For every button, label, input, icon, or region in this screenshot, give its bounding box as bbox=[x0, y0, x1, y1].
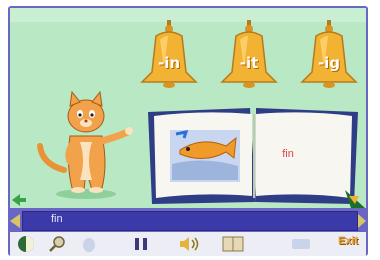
bottom-toolbar bbox=[10, 232, 366, 256]
bell-in[interactable]: -in bbox=[140, 20, 198, 94]
options-icon[interactable] bbox=[290, 235, 312, 253]
bell-label: -ig bbox=[317, 54, 341, 72]
game-stage: -in -it -ig fin bbox=[10, 8, 366, 208]
bell-ig[interactable]: -ig bbox=[300, 20, 358, 94]
book-icon[interactable] bbox=[222, 235, 244, 253]
exit-button[interactable]: Exit bbox=[338, 235, 358, 247]
back-arrow-icon[interactable] bbox=[12, 194, 26, 206]
pause-icon[interactable] bbox=[132, 235, 150, 253]
book-word[interactable]: fin bbox=[268, 148, 308, 160]
magnifier-icon[interactable] bbox=[48, 235, 66, 253]
word-text: fin bbox=[51, 213, 63, 225]
game-window: -in -it -ig fin fin Exit bbox=[8, 6, 368, 256]
globe-icon[interactable] bbox=[16, 235, 36, 253]
cat-character[interactable] bbox=[36, 90, 140, 200]
mouse-icon[interactable] bbox=[80, 235, 98, 253]
bell-label: -it bbox=[239, 54, 259, 72]
fish-picture bbox=[170, 130, 240, 182]
bell-label: -in bbox=[157, 54, 181, 72]
forward-arrow-icon[interactable] bbox=[345, 190, 365, 208]
scroll-right-icon[interactable] bbox=[358, 214, 366, 228]
sound-icon[interactable] bbox=[178, 235, 202, 253]
bell-it[interactable]: -it bbox=[220, 20, 278, 94]
scroll-left-icon[interactable] bbox=[10, 214, 20, 228]
open-book[interactable] bbox=[146, 106, 360, 206]
word-text-bar: fin bbox=[22, 211, 358, 231]
